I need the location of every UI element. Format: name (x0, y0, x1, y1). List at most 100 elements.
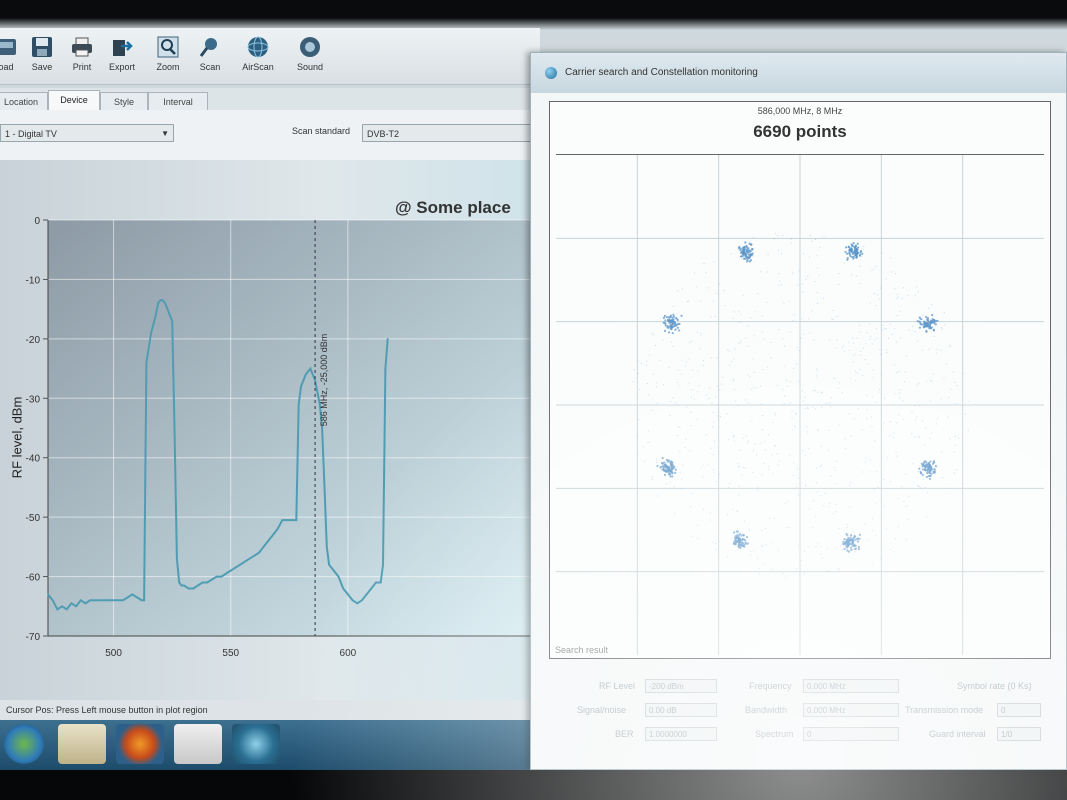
noise-point (872, 369, 874, 371)
spectrum-field[interactable]: 0 (803, 727, 899, 741)
noise-point (819, 246, 821, 248)
noise-point (770, 341, 772, 343)
noise-point (717, 415, 719, 417)
zoom-button[interactable]: Zoom (148, 32, 188, 80)
noise-point (861, 429, 863, 431)
noise-point (911, 433, 913, 435)
noise-point (864, 461, 866, 463)
cluster-point (931, 314, 934, 317)
scan-button[interactable]: Scan (190, 32, 230, 80)
noise-point (751, 420, 753, 422)
y-tick-label: -40 (26, 454, 41, 465)
noise-point (941, 327, 943, 329)
spectrum-point (253, 554, 255, 557)
noise-point (699, 348, 701, 350)
noise-point (753, 335, 755, 337)
export-button[interactable]: Export (102, 32, 142, 80)
tab-device[interactable]: Device (48, 90, 100, 111)
ber-field[interactable]: 1.0000000 (645, 727, 717, 741)
noise-point (742, 466, 744, 468)
tab-location[interactable]: Location (0, 92, 48, 111)
noise-point (904, 371, 906, 373)
cluster-point (933, 318, 936, 322)
cluster-point (854, 538, 857, 541)
noise-point (796, 363, 798, 365)
start-button[interactable] (4, 724, 44, 764)
save-button[interactable]: Save (22, 32, 62, 80)
airscan-button[interactable]: AirScan (238, 32, 278, 80)
scan-standard-value: DVB-T2 (367, 129, 400, 139)
noise-point (812, 390, 814, 392)
noise-point (743, 520, 745, 522)
guard-interval-field[interactable]: 1/0 (997, 727, 1041, 741)
noise-point (941, 451, 943, 453)
noise-point (681, 488, 683, 490)
noise-point (775, 414, 777, 416)
tab-interval[interactable]: Interval (148, 92, 208, 111)
frequency-info: 586,000 MHz, 8 MHz (757, 106, 843, 116)
cluster-point (656, 464, 659, 468)
app-taskbar-icon[interactable] (174, 724, 222, 764)
cluster-point (663, 473, 667, 477)
noise-point (691, 493, 693, 495)
noise-point (967, 429, 969, 431)
tab-style[interactable]: Style (100, 92, 148, 111)
noise-point (693, 272, 695, 274)
spectrum-chart[interactable]: 500 550 600 0 -10 -20 -30 -40 -50 -60 -70 586 MHz, … (0, 160, 540, 700)
cluster-point (922, 464, 926, 467)
spectrum-point (162, 299, 164, 302)
spectrum-point (342, 587, 345, 590)
noise-point (876, 471, 878, 473)
noise-point (835, 483, 837, 485)
spectrum-point (201, 581, 204, 584)
screen: oad Save Print Export Zoom Scan AirScan (0, 0, 1067, 800)
noise-point (931, 304, 933, 306)
noise-point (869, 459, 871, 461)
print-button[interactable]: Print (62, 32, 102, 80)
save-icon (32, 37, 52, 57)
noise-point (890, 271, 892, 273)
rf-level-field[interactable]: -200 dBm (645, 679, 717, 693)
noise-point (919, 485, 921, 487)
noise-point (908, 329, 910, 331)
bandwidth-field[interactable]: 0.000 MHz (803, 703, 899, 717)
scan-standard-select[interactable]: DVB-T2 (362, 124, 532, 142)
transmission-mode-field[interactable]: 0 (997, 703, 1041, 717)
y-tick-label: -60 (26, 573, 41, 584)
spectrum-point (47, 593, 49, 596)
spectrum-point (122, 599, 124, 602)
cluster-point (680, 314, 683, 317)
noise-point (871, 416, 873, 418)
rf-app-taskbar-icon[interactable] (232, 724, 280, 764)
spectrum-point (183, 584, 185, 587)
noise-point (828, 506, 830, 508)
signal-noise-field[interactable]: 0.00 dB (645, 703, 717, 717)
noise-point (897, 296, 899, 298)
spectrum-plot-area[interactable]: @ Some place RF level, dBm 500 550 600 0 -10… (0, 160, 540, 700)
dialog-title-bar[interactable]: Carrier search and Constellation monitor… (531, 53, 1066, 93)
noise-point (901, 486, 903, 488)
noise-point (838, 382, 840, 384)
firefox-taskbar-icon[interactable] (116, 724, 164, 764)
sound-button[interactable]: Sound (290, 32, 330, 80)
noise-point (712, 454, 714, 456)
explorer-taskbar-icon[interactable] (58, 724, 106, 764)
cluster-point (916, 320, 919, 323)
noise-point (879, 349, 881, 351)
noise-point (836, 316, 838, 318)
constellation-chart (556, 155, 1044, 655)
noise-point (768, 466, 770, 468)
noise-point (918, 382, 920, 384)
device-select[interactable]: 1 - Digital TV ▼ (0, 124, 174, 142)
noise-point (733, 311, 735, 313)
spectrum-point (173, 427, 176, 429)
spectrum-point (136, 596, 138, 599)
spectrum-point (382, 563, 384, 566)
cluster-point (850, 548, 853, 552)
noise-point (677, 382, 679, 384)
cluster-point (739, 255, 742, 258)
frequency-field[interactable]: 0.000 MHz (803, 679, 899, 693)
noise-point (916, 416, 918, 418)
noise-point (713, 471, 715, 473)
cluster-point (921, 468, 925, 471)
